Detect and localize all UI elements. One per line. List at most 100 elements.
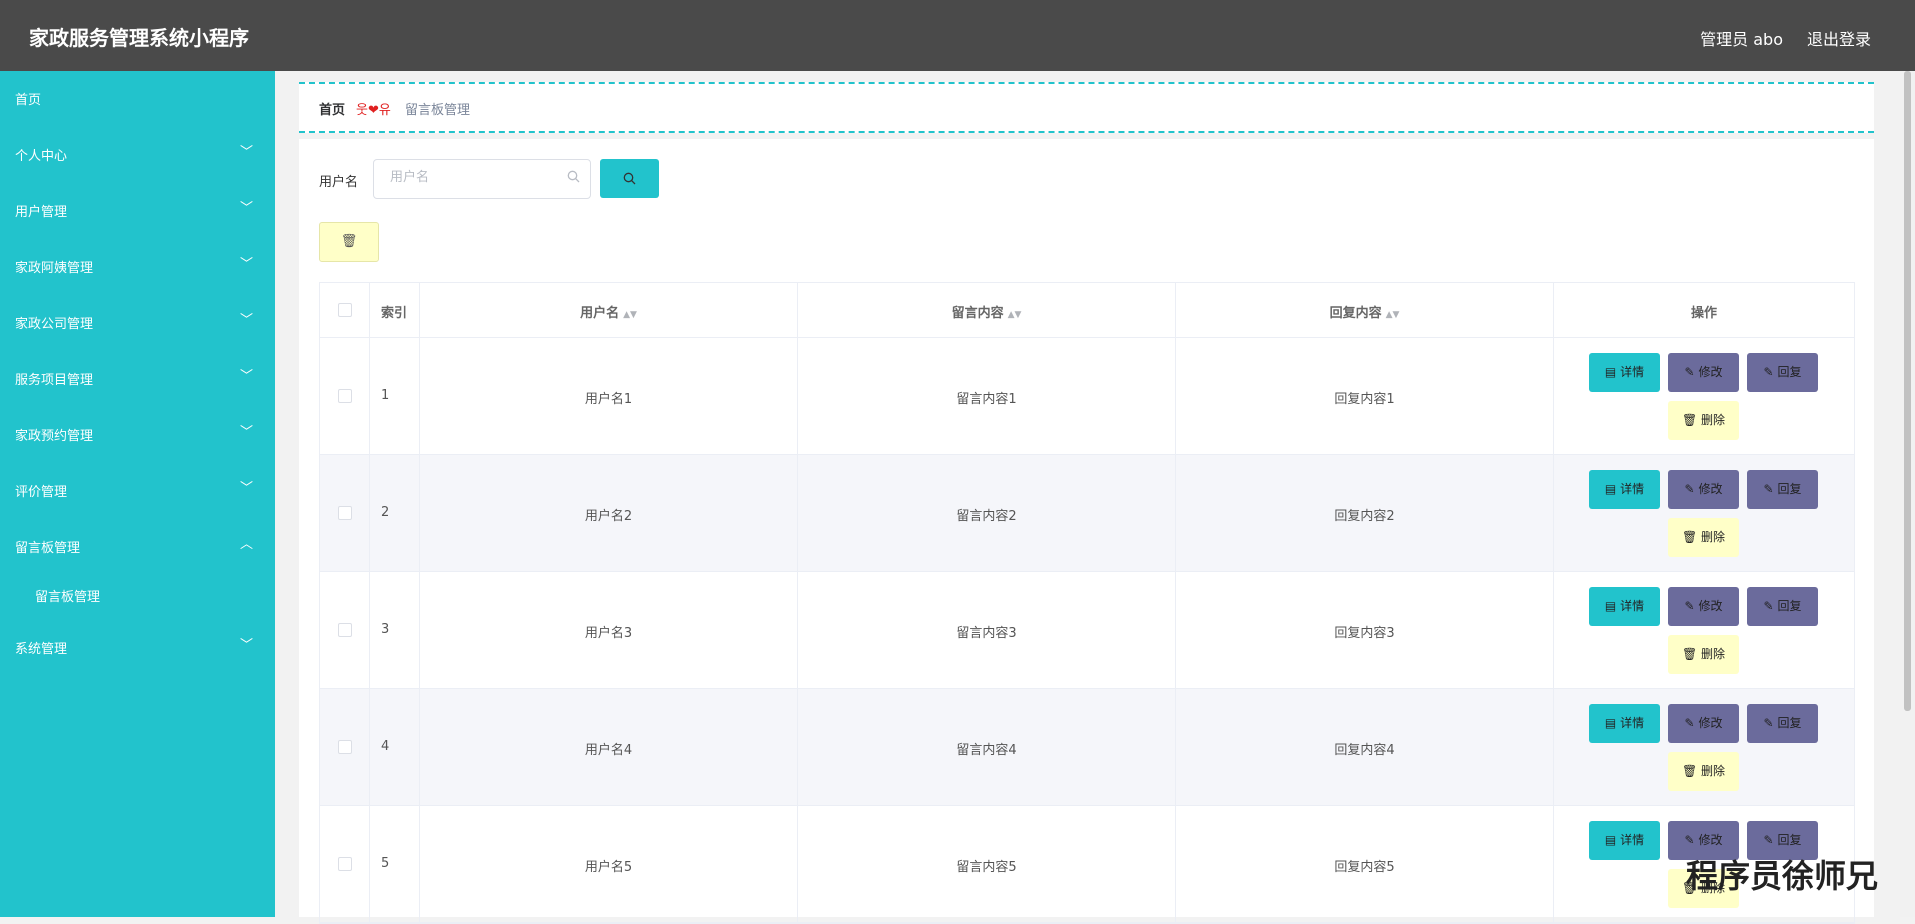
sort-icon[interactable]: ▲▼ xyxy=(1386,310,1400,320)
header-message-wrap: 留言内容 ▲▼ xyxy=(798,302,1175,321)
chevron-down-icon: ﹀ xyxy=(239,638,253,653)
sidebar-item-home[interactable]: 首页 xyxy=(0,71,275,121)
row-checkbox[interactable] xyxy=(338,623,352,637)
detail-label: 详情 xyxy=(1620,599,1645,613)
sort-icon[interactable]: ▲▼ xyxy=(1008,310,1022,320)
row-message: 留言内容2 xyxy=(956,509,1017,524)
detail-button[interactable]: ▤ 详情 xyxy=(1589,470,1660,509)
row-checkbox[interactable] xyxy=(338,740,352,754)
sidebar-item-companies[interactable]: 家政公司管理 ﹀ xyxy=(0,295,275,345)
pencil-icon: ✎ xyxy=(1763,716,1774,730)
scrollbar-thumb[interactable] xyxy=(1904,71,1911,711)
row-checkbox-cell xyxy=(320,338,370,454)
edit-label: 修改 xyxy=(1698,833,1723,847)
header-reply-label: 回复内容 xyxy=(1329,306,1382,321)
sidebar-item-system[interactable]: 系统管理 ﹀ xyxy=(0,620,275,670)
document-icon: ▤ xyxy=(1604,716,1617,730)
reply-label: 回复 xyxy=(1777,482,1802,496)
header-index: 索引 xyxy=(370,283,420,337)
sort-icon[interactable]: ▲▼ xyxy=(623,310,637,320)
chevron-down-icon: ﹀ xyxy=(239,481,253,496)
sidebar-item-message-board[interactable]: 留言板管理 ︿ xyxy=(0,519,275,569)
row-index-cell: 5 xyxy=(370,806,420,922)
detail-label: 详情 xyxy=(1620,482,1645,496)
sidebar-item-label: 留言板管理 xyxy=(15,541,81,556)
chevron-down-icon: ﹀ xyxy=(239,201,253,216)
chevron-down-icon: ﹀ xyxy=(239,313,253,328)
sidebar-item-label: 系统管理 xyxy=(15,642,68,657)
sidebar-item-reviews[interactable]: 评价管理 ﹀ xyxy=(0,463,275,513)
row-checkbox[interactable] xyxy=(338,389,352,403)
edit-button[interactable]: ✎ 修改 xyxy=(1668,587,1739,626)
row-index: 4 xyxy=(381,739,390,754)
row-ops-cell: ▤ 详情 ✎ 修改 ✎ 回复 🗑 删除 xyxy=(1554,338,1854,454)
table-row: 1 用户名1 留言内容1 回复内容1 ▤ 详情 ✎ 修改 ✎ 回复 🗑 删除 xyxy=(320,338,1854,455)
pencil-icon: ✎ xyxy=(1763,482,1774,496)
row-username-cell: 用户名5 xyxy=(420,806,798,922)
header-checkbox-cell xyxy=(320,283,370,337)
row-index-cell: 3 xyxy=(370,572,420,688)
detail-button[interactable]: ▤ 详情 xyxy=(1589,704,1660,743)
row-message-cell: 留言内容4 xyxy=(798,689,1176,805)
edit-label: 修改 xyxy=(1698,599,1723,613)
row-username-cell: 用户名3 xyxy=(420,572,798,688)
row-checkbox[interactable] xyxy=(338,506,352,520)
delete-button[interactable]: 🗑 删除 xyxy=(1668,752,1739,791)
edit-button[interactable]: ✎ 修改 xyxy=(1668,470,1739,509)
header-username[interactable]: 用户名 ▲▼ xyxy=(420,283,798,337)
pencil-icon: ✎ xyxy=(1684,365,1695,379)
row-index: 5 xyxy=(381,856,390,871)
pencil-icon: ✎ xyxy=(1684,482,1695,496)
row-username: 用户名3 xyxy=(584,626,633,641)
header-message[interactable]: 留言内容 ▲▼ xyxy=(798,283,1176,337)
delete-button[interactable]: 🗑 删除 xyxy=(1668,401,1739,440)
detail-button[interactable]: ▤ 详情 xyxy=(1589,821,1660,860)
breadcrumb-home[interactable]: 首页 xyxy=(319,99,345,118)
detail-button[interactable]: ▤ 详情 xyxy=(1589,587,1660,626)
row-username: 用户名2 xyxy=(584,509,633,524)
pencil-icon: ✎ xyxy=(1684,716,1695,730)
reply-button[interactable]: ✎ 回复 xyxy=(1747,353,1818,392)
sidebar-item-users[interactable]: 用户管理 ﹀ xyxy=(0,183,275,233)
search-input[interactable] xyxy=(388,169,562,186)
delete-label: 删除 xyxy=(1701,413,1726,427)
sidebar-subitem-message-board[interactable]: 留言板管理 xyxy=(0,575,275,615)
reply-button[interactable]: ✎ 回复 xyxy=(1747,470,1818,509)
header-ops-label: 操作 xyxy=(1690,306,1717,321)
app-title: 家政服务管理系统小程序 xyxy=(29,26,249,50)
reply-button[interactable]: ✎ 回复 xyxy=(1747,587,1818,626)
pencil-icon: ✎ xyxy=(1763,365,1774,379)
search-button[interactable] xyxy=(600,159,659,198)
logout-link[interactable]: 退出登录 xyxy=(1807,26,1871,50)
document-icon: ▤ xyxy=(1604,365,1617,379)
sidebar-item-housekeepers[interactable]: 家政阿姨管理 ﹀ xyxy=(0,239,275,289)
chevron-up-icon: ︿ xyxy=(239,537,253,552)
top-bar: 家政服务管理系统小程序 管理员 abo 退出登录 xyxy=(0,0,1915,71)
delete-label: 删除 xyxy=(1701,764,1726,778)
delete-button[interactable]: 🗑 删除 xyxy=(1668,635,1739,674)
search-label: 用户名 xyxy=(319,175,359,190)
select-all-checkbox[interactable] xyxy=(338,303,352,317)
header-reply[interactable]: 回复内容 ▲▼ xyxy=(1176,283,1554,337)
row-checkbox[interactable] xyxy=(338,857,352,871)
pencil-icon: ✎ xyxy=(1684,833,1695,847)
edit-button[interactable]: ✎ 修改 xyxy=(1668,704,1739,743)
sidebar-item-appointments[interactable]: 家政预约管理 ﹀ xyxy=(0,407,275,457)
detail-button[interactable]: ▤ 详情 xyxy=(1589,353,1660,392)
row-checkbox-cell xyxy=(320,689,370,805)
search-box xyxy=(373,159,591,199)
sidebar-item-personal-center[interactable]: 个人中心 ﹀ xyxy=(0,127,275,177)
header-message-label: 留言内容 xyxy=(951,306,1004,321)
sidebar-item-services[interactable]: 服务项目管理 ﹀ xyxy=(0,351,275,401)
row-message-cell: 留言内容5 xyxy=(798,806,1176,922)
row-index-cell: 1 xyxy=(370,338,420,454)
pencil-icon: ✎ xyxy=(1684,599,1695,613)
table-row: 4 用户名4 留言内容4 回复内容4 ▤ 详情 ✎ 修改 ✎ 回复 🗑 删除 xyxy=(320,689,1854,806)
message-table: 索引 用户名 ▲▼ 留言内容 ▲▼ 回复内容 ▲▼ 操作 1 用户名1 留言内容… xyxy=(319,282,1855,924)
sidebar-item-label: 评价管理 xyxy=(15,485,68,500)
delete-button[interactable]: 🗑 删除 xyxy=(1668,518,1739,557)
bulk-delete-button[interactable]: 🗑 xyxy=(319,222,379,262)
scrollbar[interactable] xyxy=(1900,71,1915,917)
reply-button[interactable]: ✎ 回复 xyxy=(1747,704,1818,743)
edit-button[interactable]: ✎ 修改 xyxy=(1668,353,1739,392)
